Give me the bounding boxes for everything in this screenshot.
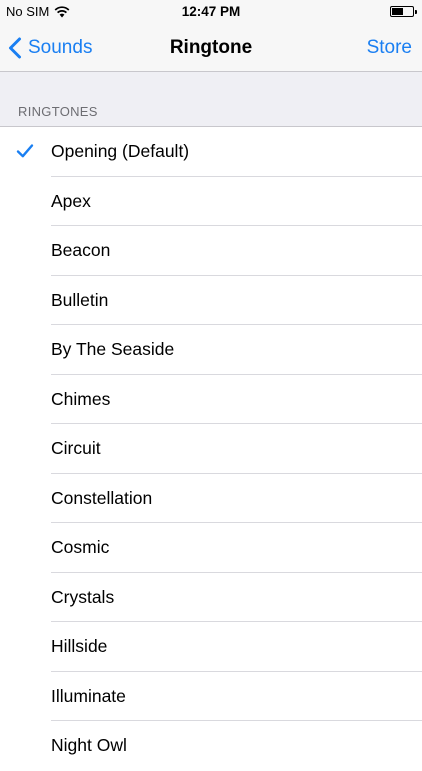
list-item-ringtone[interactable]: Opening (Default) xyxy=(0,127,422,177)
list-item-ringtone[interactable]: Constellation xyxy=(0,474,422,523)
checkmark-icon xyxy=(16,144,34,158)
store-button[interactable]: Store xyxy=(367,24,412,72)
ringtone-label: Bulletin xyxy=(51,289,109,310)
list-item-ringtone[interactable]: Apex xyxy=(0,177,422,226)
list-item-ringtone[interactable]: Crystals xyxy=(0,573,422,622)
chevron-left-icon xyxy=(9,37,21,59)
ringtone-label: Opening (Default) xyxy=(51,141,190,161)
ringtone-label: Constellation xyxy=(51,487,153,508)
status-time: 12:47 PM xyxy=(181,4,241,19)
list-item-ringtone[interactable]: Bulletin xyxy=(0,276,422,325)
list-item-ringtone[interactable]: Hillside xyxy=(0,622,422,672)
battery-fill xyxy=(392,8,403,15)
list-item-ringtone[interactable]: Cosmic xyxy=(0,523,422,573)
ringtone-label: Illuminate xyxy=(51,685,126,706)
section-header-label: RINGTONES xyxy=(18,104,98,119)
ringtone-list: Opening (Default) Apex Beacon Bulletin B… xyxy=(0,127,422,771)
list-item-ringtone[interactable]: Chimes xyxy=(0,375,422,424)
ringtone-label: Cosmic xyxy=(51,537,110,557)
ringtone-label: Circuit xyxy=(51,438,101,458)
list-item-ringtone[interactable]: Beacon xyxy=(0,226,422,276)
status-bar: No SIM 12:47 PM xyxy=(0,0,422,24)
section-header: RINGTONES xyxy=(0,72,422,127)
back-button[interactable]: Sounds xyxy=(8,24,92,72)
ringtone-label: By The Seaside xyxy=(51,339,175,359)
ringtone-label: Apex xyxy=(51,190,91,211)
list-item-ringtone[interactable]: By The Seaside xyxy=(0,325,422,375)
back-button-label: Sounds xyxy=(28,37,93,58)
list-item-ringtone[interactable]: Circuit xyxy=(0,424,422,474)
ringtone-label: Chimes xyxy=(51,388,111,409)
ringtone-label: Beacon xyxy=(51,240,111,260)
ringtone-label: Hillside xyxy=(51,636,108,656)
ringtone-label: Crystals xyxy=(51,586,115,607)
ringtone-label: Night Owl xyxy=(51,735,127,755)
battery-icon xyxy=(390,6,417,17)
list-item-ringtone[interactable]: Night Owl xyxy=(0,721,422,771)
list-item-ringtone[interactable]: Illuminate xyxy=(0,672,422,721)
navigation-bar: Sounds Ringtone Store xyxy=(0,24,422,72)
